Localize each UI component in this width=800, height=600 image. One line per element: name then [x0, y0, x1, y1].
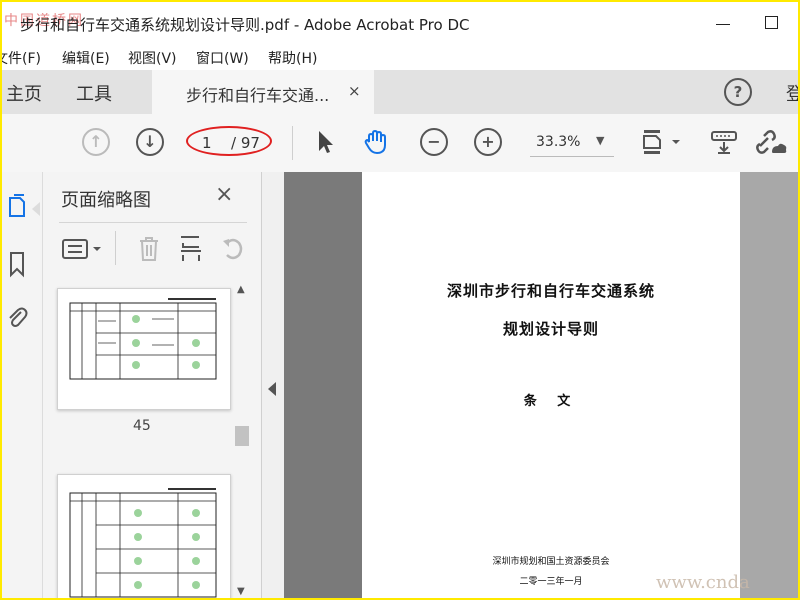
thumbnail-page[interactable] [57, 288, 231, 410]
panel-collapse-strip[interactable] [262, 172, 284, 598]
toolbar: ↑ ↓ 1 / 97 − + 33.3% ▼ [2, 114, 798, 173]
maximize-button[interactable] [760, 12, 788, 34]
document-subtitle: 条 文 [523, 394, 579, 409]
thumbnail-preview [69, 488, 217, 598]
thumbnails-toolbar [59, 222, 247, 273]
thumbnail-page[interactable] [57, 474, 231, 598]
tab-close-icon[interactable]: × [348, 82, 361, 100]
menu-view[interactable]: 视图(V) [128, 48, 177, 68]
document-organization: 深圳市规划和国土资源委员会 [492, 557, 610, 567]
title-bar: 中国道桥网 步行和自行车交通系统规划设计导则.pdf - Adobe Acrob… [2, 2, 798, 44]
delete-page-icon[interactable] [137, 235, 161, 263]
options-menu-icon[interactable] [61, 237, 105, 261]
tab-home[interactable]: 主页 [6, 80, 42, 106]
tab-document-label: 步行和自行车交通... [186, 86, 330, 105]
tab-tools[interactable]: 工具 [76, 80, 112, 106]
thumbnails-panel: 页面缩略图 × 45 ▲ ▼ [43, 172, 262, 598]
help-icon[interactable]: ? [724, 78, 752, 106]
chevron-down-icon: ▼ [596, 134, 605, 147]
collapse-arrow-icon[interactable] [268, 382, 276, 396]
close-icon[interactable]: × [215, 182, 233, 207]
window-title: 步行和自行车交通系统规划设计导则.pdf - Adobe Acrobat Pro… [20, 16, 470, 34]
thumbnails-panel-title: 页面缩略图 [61, 190, 151, 211]
thumbnail-page-label: 45 [133, 418, 151, 434]
select-cursor-icon[interactable] [312, 128, 340, 156]
zoom-select[interactable]: 33.3% ▼ [530, 132, 614, 157]
menu-help[interactable]: 帮助(H) [268, 48, 317, 68]
keyboard-download-icon[interactable] [710, 128, 738, 156]
document-page: 深圳市步行和自行车交通系统 规划设计导则 条 文 深圳市规划和国土资源委员会 二… [362, 172, 740, 598]
hand-tool-icon[interactable] [362, 128, 390, 156]
chevron-up-icon[interactable]: ▲ [237, 284, 245, 295]
thumbnails-scrollbar[interactable]: ▲ ▼ [235, 284, 249, 598]
document-title-line2: 规划设计导则 [502, 320, 599, 338]
menu-edit[interactable]: 编辑(E) [62, 48, 110, 68]
zoom-value: 33.3% [536, 134, 581, 150]
zoom-in-icon[interactable]: + [474, 128, 502, 156]
minimize-button[interactable] [710, 12, 738, 34]
share-link-icon[interactable] [754, 128, 788, 156]
menu-file[interactable]: 文件(F) [2, 48, 41, 68]
sign-in-link[interactable]: 登 [786, 80, 798, 106]
split-page-icon[interactable] [179, 235, 203, 263]
rail-selection-pointer [32, 202, 40, 216]
document-viewer[interactable]: 深圳市步行和自行车交通系统 规划设计导则 条 文 深圳市规划和国土资源委员会 二… [284, 172, 798, 598]
app-window: 中国道桥网 步行和自行车交通系统规划设计导则.pdf - Adobe Acrob… [0, 0, 800, 600]
toolbar-divider [292, 126, 293, 160]
tab-document[interactable]: 步行和自行车交通... × [152, 70, 374, 114]
menu-window[interactable]: 窗口(W) [196, 48, 249, 68]
tabs-bar: 主页 工具 步行和自行车交通... × ? 登 [2, 70, 798, 114]
watermark-bottom: www.cnda [656, 572, 750, 593]
fit-page-icon[interactable] [640, 128, 684, 156]
page-total: / 97 [231, 134, 260, 152]
page-thumbnails-icon[interactable] [6, 194, 28, 222]
toolbar-divider [115, 231, 116, 265]
bookmark-icon[interactable] [6, 250, 28, 278]
thumbnail-preview [69, 298, 217, 380]
next-page-icon[interactable]: ↓ [136, 128, 164, 156]
document-title-line1: 深圳市步行和自行车交通系统 [446, 282, 655, 300]
zoom-out-icon[interactable]: − [420, 128, 448, 156]
viewer-scroll-area[interactable] [740, 172, 798, 598]
scrollbar-thumb[interactable] [235, 426, 249, 446]
rotate-icon[interactable] [219, 235, 245, 263]
attachment-icon[interactable] [6, 304, 28, 332]
chevron-down-icon[interactable]: ▼ [237, 586, 245, 597]
previous-page-icon[interactable]: ↑ [82, 128, 110, 156]
menu-bar: 文件(F) 编辑(E) 视图(V) 窗口(W) 帮助(H) [2, 44, 798, 70]
navigation-rail [2, 172, 43, 598]
page-number-input[interactable]: 1 [202, 134, 212, 152]
